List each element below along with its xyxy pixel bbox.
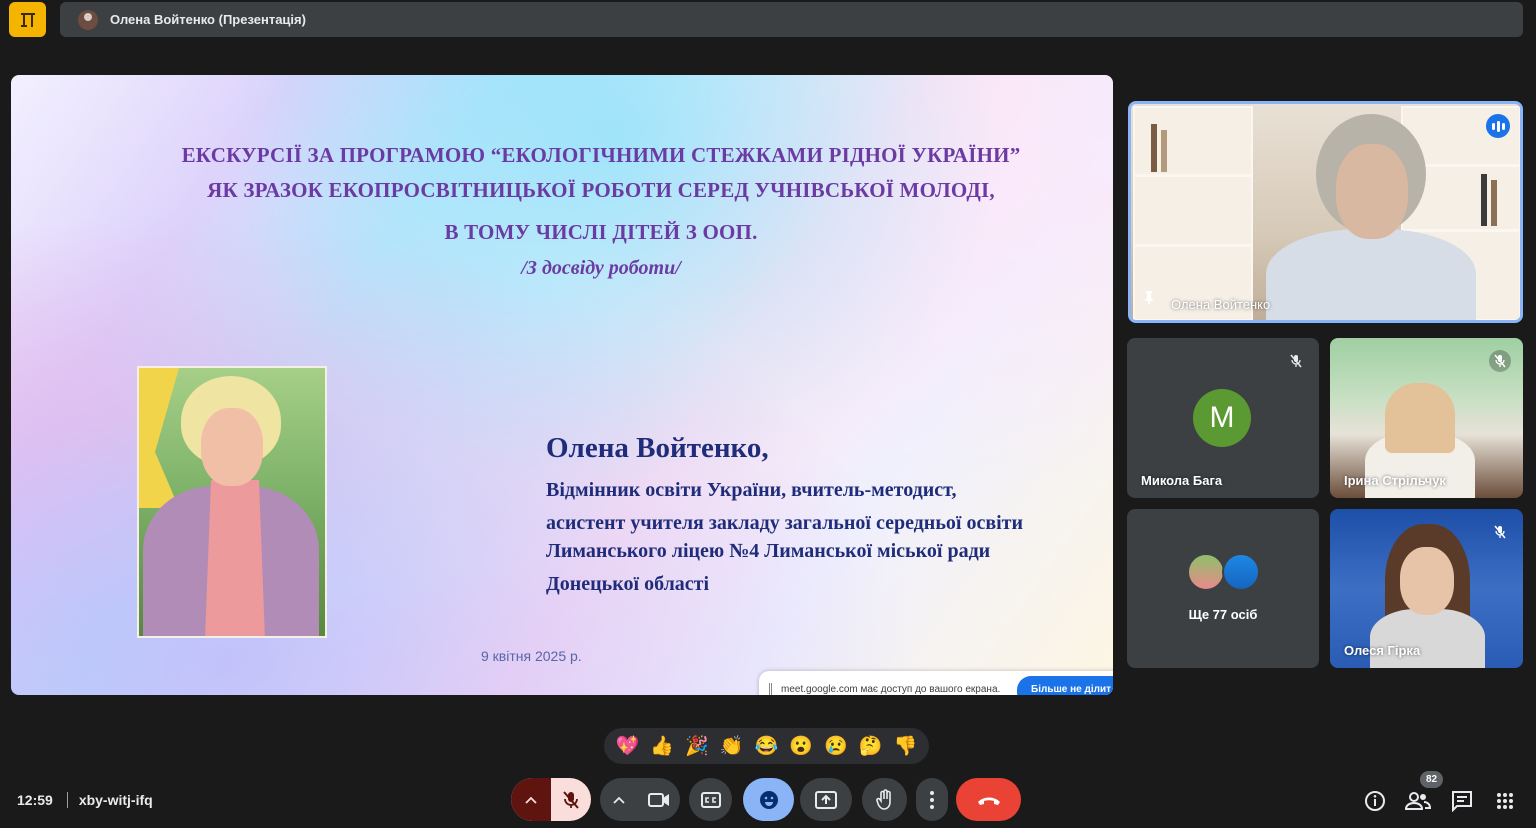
camera-toggle-button[interactable] xyxy=(638,778,680,821)
thumbs-up-reaction[interactable]: 👍 xyxy=(650,737,674,756)
participant-tile[interactable]: Олеся Гірка xyxy=(1330,509,1523,668)
presentation-bar[interactable]: Олена Войтенко (Презентація) xyxy=(60,2,1523,37)
people-button[interactable] xyxy=(1404,788,1432,814)
clapping-reaction[interactable]: 👏 xyxy=(720,737,744,756)
meeting-details-button[interactable] xyxy=(1361,788,1389,814)
mic-toggle-button[interactable] xyxy=(551,778,591,821)
avatar: М xyxy=(1193,389,1251,447)
party-popper-reaction[interactable]: 🎉 xyxy=(685,737,709,756)
chat-icon xyxy=(1452,791,1472,812)
slide-heading-line-3: В ТОМУ ЧИСЛІ ДІТЕЙ З ООП. xyxy=(444,220,758,244)
meet-logo-icon[interactable] xyxy=(9,2,46,37)
activities-button[interactable] xyxy=(1491,788,1519,814)
more-options-button[interactable] xyxy=(916,778,948,821)
slide-heading-line-2: ЯК ЗРАЗОК ЕКОПРОСВІТНИЦЬКОЇ РОБОТИ СЕРЕД… xyxy=(207,178,995,202)
slide-date: 9 квітня 2025 р. xyxy=(481,648,582,664)
participant-name: Олеся Гірка xyxy=(1344,643,1421,658)
avatar xyxy=(1187,553,1225,591)
info-icon xyxy=(1365,791,1385,811)
emoji-icon xyxy=(759,790,778,809)
drag-handle-icon[interactable] xyxy=(769,683,772,695)
top-bar: Олена Войтенко (Презентація) xyxy=(0,0,1536,40)
present-button[interactable] xyxy=(800,778,852,821)
camera-icon xyxy=(648,792,669,807)
clock: 12:59 xyxy=(17,792,53,808)
thumbs-down-reaction[interactable]: 👎 xyxy=(894,737,918,756)
camera-control-group xyxy=(600,778,680,821)
avatar xyxy=(1222,553,1260,591)
participant-tile[interactable]: М Микола Бага xyxy=(1127,338,1319,498)
raise-hand-icon xyxy=(875,788,891,810)
author-name: Олена Войтенко, xyxy=(546,432,769,464)
sparkling-heart-reaction[interactable]: 💖 xyxy=(616,737,640,756)
apps-grid-icon xyxy=(1497,793,1513,809)
slide-heading-line-1: ЕКСКУРСІЇ ЗА ПРОГРАМОЮ “ЕКОЛОГІЧНИМИ СТЕ… xyxy=(181,143,1021,167)
mic-options-button[interactable] xyxy=(511,778,551,821)
author-line-3: Лиманського ліцею №4 Лиманської міської … xyxy=(546,540,991,562)
more-participants-label: Ще 77 осіб xyxy=(1188,607,1258,622)
chat-button[interactable] xyxy=(1448,788,1476,814)
participant-count-badge: 82 xyxy=(1420,771,1443,788)
author-photo xyxy=(137,366,327,638)
pin-icon[interactable] xyxy=(1141,289,1157,310)
shared-screen: ЕКСКУРСІЇ ЗА ПРОГРАМОЮ “ЕКОЛОГІЧНИМИ СТЕ… xyxy=(11,75,1113,695)
emoji-button[interactable] xyxy=(743,778,794,821)
mic-off-icon xyxy=(563,790,579,809)
meeting-info: 12:59 xby-witj-ifq xyxy=(17,792,153,808)
screen-share-notice: meet.google.com має доступ до вашого екр… xyxy=(759,671,1113,695)
author-line-1: Відмінник освіти України, вчитель-методи… xyxy=(546,479,957,501)
captions-icon xyxy=(700,791,721,808)
present-screen-icon xyxy=(815,790,837,809)
slide-subtitle: /З досвіду роботи/ xyxy=(521,257,681,279)
more-vert-icon xyxy=(930,790,934,809)
captions-button[interactable] xyxy=(689,778,732,821)
chevron-up-icon xyxy=(525,796,537,804)
mic-off-icon xyxy=(1285,350,1307,372)
leave-call-button[interactable] xyxy=(956,778,1021,821)
participant-name: Ірина Стрільчук xyxy=(1344,473,1446,488)
mic-off-icon xyxy=(1489,521,1511,543)
mic-off-icon xyxy=(1489,350,1511,372)
people-icon xyxy=(1405,792,1431,810)
author-line-2: асистент учителя закладу загальної серед… xyxy=(546,512,1024,534)
participant-name: Микола Бага xyxy=(1141,473,1223,488)
presenter-avatar xyxy=(78,9,98,30)
presenter-tile[interactable]: Олена Войтенко xyxy=(1128,101,1523,323)
raise-hand-button[interactable] xyxy=(862,778,907,821)
meeting-code: xby-witj-ifq xyxy=(78,792,153,808)
hang-up-icon xyxy=(977,797,1000,805)
presentation-title: Олена Войтенко (Презентація) xyxy=(110,12,306,27)
thinking-reaction[interactable]: 🤔 xyxy=(859,737,883,756)
laughing-reaction[interactable]: 😂 xyxy=(755,737,779,756)
chevron-up-icon xyxy=(613,796,625,804)
share-notice-text: meet.google.com має доступ до вашого екр… xyxy=(781,684,1001,695)
participant-tile[interactable]: Ірина Стрільчук xyxy=(1330,338,1523,498)
crying-reaction[interactable]: 😢 xyxy=(824,737,848,756)
surprised-reaction[interactable]: 😮 xyxy=(789,737,813,756)
speaking-indicator-icon xyxy=(1486,114,1510,138)
reactions-bar: 💖 👍 🎉 👏 😂 😮 😢 🤔 👎 xyxy=(604,728,929,764)
author-line-4: Донецької області xyxy=(546,573,710,595)
camera-options-button[interactable] xyxy=(600,778,638,821)
mic-control-group xyxy=(511,778,591,821)
presenter-tile-name: Олена Войтенко xyxy=(1171,297,1271,312)
more-participants-tile[interactable]: Ще 77 осіб xyxy=(1127,509,1319,668)
stop-sharing-button[interactable]: Більше не ділит xyxy=(1017,676,1113,695)
